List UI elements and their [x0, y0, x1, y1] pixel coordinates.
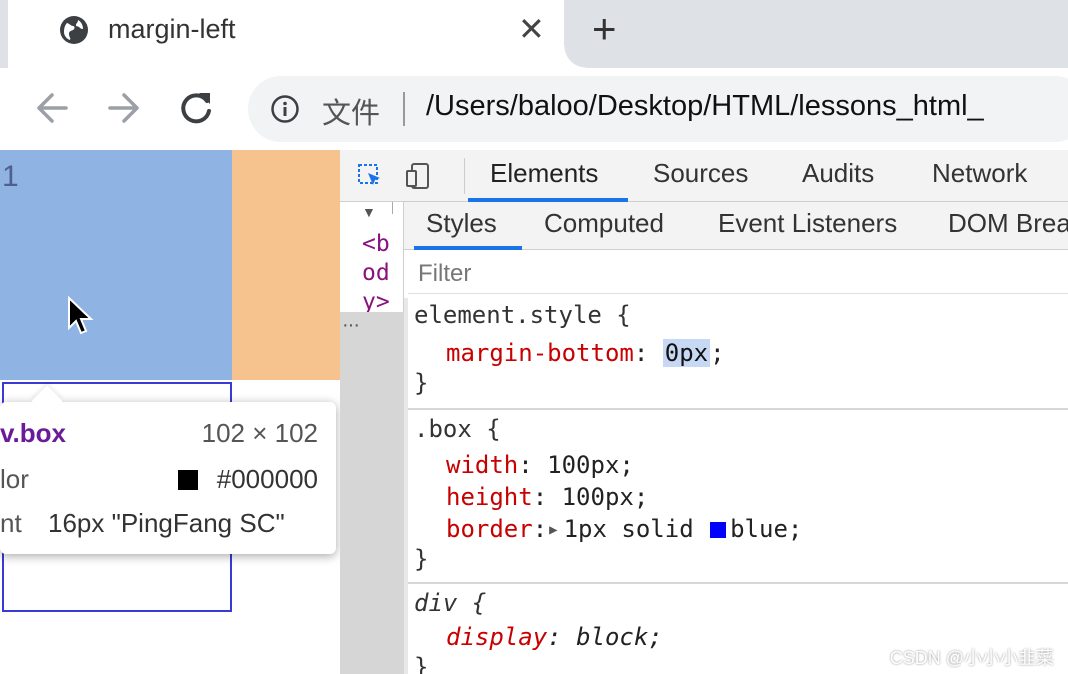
- rule-close: }: [414, 369, 429, 397]
- tab-elements[interactable]: Elements: [490, 158, 598, 189]
- css-declaration[interactable]: height: 100px;: [446, 482, 648, 512]
- tooltip-selector: v.box: [0, 418, 66, 448]
- watermark: CSDN @小小小韭菜: [889, 648, 1054, 668]
- rule-selector: div {: [414, 589, 487, 617]
- css-declaration[interactable]: margin-bottom: 0px;: [446, 338, 725, 368]
- css-rules: element.style { margin-bottom: 0px; } .b…: [404, 298, 1068, 674]
- devtools-tabbar: Elements Sources Audits Network: [340, 150, 1068, 202]
- rule-element-style: element.style { margin-bottom: 0px; }: [414, 298, 1068, 410]
- more-icon[interactable]: ···: [342, 314, 360, 337]
- css-value-editing[interactable]: 0px: [662, 339, 711, 367]
- rule-close: }: [414, 653, 429, 674]
- browser-tab-active[interactable]: margin-left ✕: [8, 0, 586, 68]
- device-toolbar-icon[interactable]: [404, 162, 432, 190]
- rule-divider: [408, 408, 1068, 410]
- rule-divider: [408, 582, 1068, 584]
- tab-event-listeners[interactable]: Event Listeners: [718, 208, 897, 239]
- active-sidebar-tab-indicator: [414, 246, 522, 250]
- box-number: 1: [2, 160, 19, 193]
- toolbar-divider: [464, 158, 465, 194]
- tooltip-font-label: nt: [0, 508, 22, 538]
- color-swatch: [178, 470, 198, 490]
- tooltip-color-label: lor: [0, 464, 29, 494]
- filter-placeholder: Filter: [418, 260, 472, 287]
- tooltip-color-value: #000000: [216, 464, 318, 494]
- close-tab-icon[interactable]: ✕: [518, 12, 545, 46]
- css-declaration: display: block;: [446, 623, 663, 651]
- color-swatch-blue: [710, 522, 727, 538]
- inspect-element-icon[interactable]: [356, 162, 384, 190]
- css-property: margin-bottom: [446, 339, 634, 367]
- tooltip-dimensions: 102 × 102: [201, 418, 318, 448]
- splitter-gutter[interactable]: [340, 312, 404, 674]
- tab-strip: margin-left ✕ +: [0, 0, 1068, 68]
- expand-shorthand-icon: ▶: [549, 522, 558, 538]
- elements-tree: ▼ <body> ···: [340, 202, 404, 674]
- forward-icon[interactable]: [104, 86, 144, 130]
- tree-guide: [392, 202, 393, 214]
- box-margin-highlight: [232, 150, 340, 380]
- back-icon[interactable]: [32, 86, 72, 130]
- box-1[interactable]: 1: [0, 150, 232, 380]
- info-icon[interactable]: [270, 94, 300, 124]
- tab-sources[interactable]: Sources: [653, 158, 748, 189]
- tab-audits[interactable]: Audits: [802, 158, 874, 189]
- inspect-tooltip: v.box 102 × 102 lor #000000 nt 16px "Pin…: [0, 402, 336, 554]
- page-viewport: 1 v.box 102 × 102 lor #000000 nt 16px "P…: [0, 150, 340, 674]
- rule-box: .box { width: 100px; height: 100px; bord…: [414, 412, 1068, 582]
- url-text[interactable]: /Users/baloo/Desktop/HTML/lessons_html_: [426, 90, 1068, 123]
- tab-title: margin-left: [108, 14, 236, 44]
- rule-selector: .box {: [414, 415, 501, 443]
- tab-computed[interactable]: Computed: [544, 208, 664, 239]
- devtools-panel: Elements Sources Audits Network ▼ <body>…: [340, 150, 1068, 674]
- sidebar-tabs: Styles Computed Event Listeners DOM Brea: [404, 202, 1068, 250]
- reload-icon[interactable]: [176, 86, 216, 130]
- tab-dom-breakpoints[interactable]: DOM Brea: [948, 208, 1068, 239]
- styles-pane: Styles Computed Event Listeners DOM Brea…: [404, 202, 1068, 674]
- mouse-cursor-icon: [68, 296, 94, 335]
- new-tab-button[interactable]: +: [592, 8, 617, 50]
- css-declaration[interactable]: border: ▶ 1px solid blue;: [446, 514, 802, 545]
- body-node[interactable]: <body>: [362, 230, 398, 317]
- css-declaration[interactable]: width: 100px;: [446, 450, 634, 480]
- origin-label: 文件: [322, 96, 381, 130]
- expand-triangle-icon[interactable]: ▼: [362, 204, 376, 220]
- globe-icon: [60, 16, 88, 44]
- tab-network[interactable]: Network: [932, 158, 1027, 189]
- rule-selector: element.style {: [414, 301, 631, 329]
- tooltip-font-value: 16px "PingFang SC": [48, 508, 285, 538]
- tab-styles[interactable]: Styles: [426, 208, 497, 239]
- rule-close: }: [414, 545, 429, 573]
- filter-field[interactable]: Filter: [408, 254, 1068, 294]
- omnibox-divider: [403, 92, 405, 126]
